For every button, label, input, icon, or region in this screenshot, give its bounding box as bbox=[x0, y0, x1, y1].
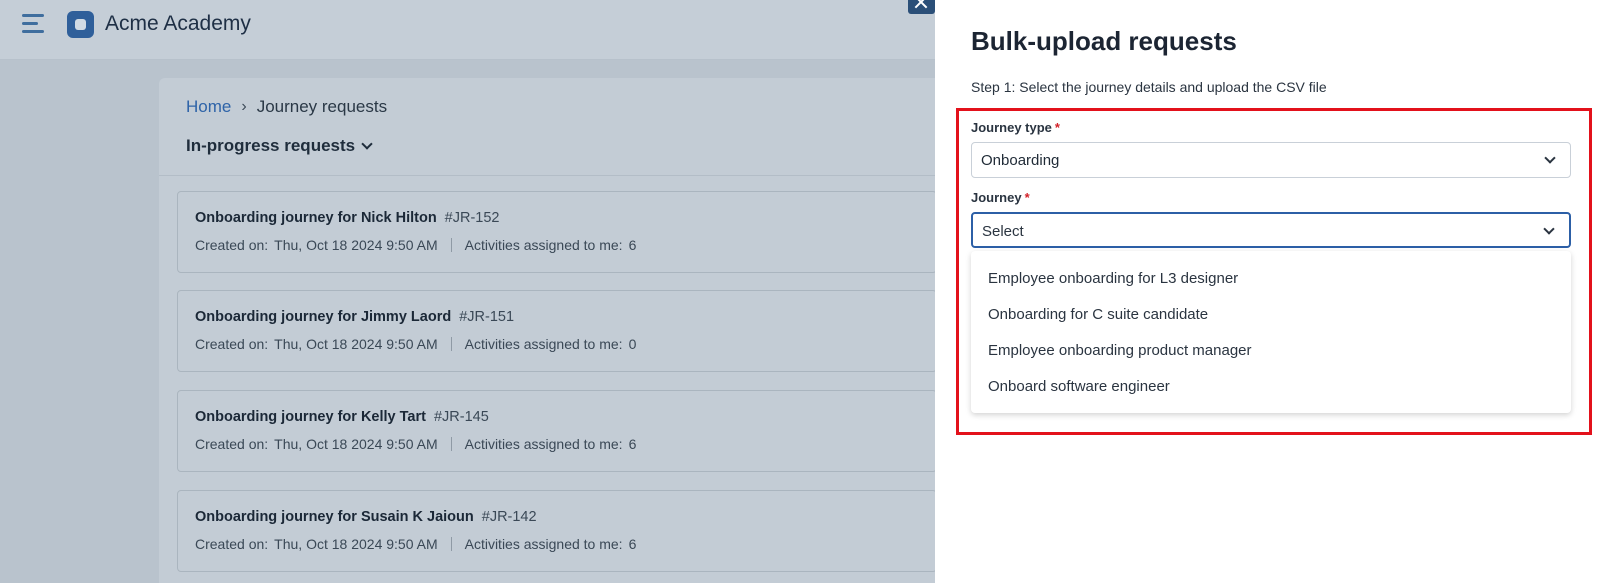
journey-label: Journey * bbox=[971, 190, 1030, 205]
request-title: Onboarding journey for Nick Hilton bbox=[195, 210, 437, 226]
request-meta: Created on: Thu, Oct 18 2024 9:50 AM Act… bbox=[195, 436, 636, 452]
request-id: #JR-145 bbox=[433, 409, 489, 425]
meta-divider bbox=[450, 337, 452, 351]
created-date: Thu, Oct 18 2024 9:50 AM bbox=[274, 536, 438, 552]
request-title: Onboarding journey for Jimmy Laord bbox=[195, 309, 452, 325]
menu-icon[interactable] bbox=[22, 14, 46, 36]
request-meta: Created on: Thu, Oct 18 2024 9:50 AM Act… bbox=[195, 336, 636, 352]
breadcrumb-current: Journey requests bbox=[256, 97, 388, 116]
requests-panel: Home › Journey requests In-progress requ… bbox=[159, 78, 937, 583]
drawer-step-text: Step 1: Select the journey details and u… bbox=[971, 79, 1327, 95]
journey-option[interactable]: Onboard software engineer bbox=[971, 368, 1571, 404]
app-name: Acme Academy bbox=[105, 12, 251, 35]
meta-divider bbox=[450, 238, 452, 252]
request-card[interactable]: Onboarding journey for Nick Hilton #JR-1… bbox=[177, 191, 937, 273]
journey-type-label-text: Journey type bbox=[971, 120, 1052, 135]
created-date: Thu, Oct 18 2024 9:50 AM bbox=[274, 237, 438, 253]
journey-options-menu: Employee onboarding for L3 designer Onbo… bbox=[971, 251, 1571, 413]
journey-option[interactable]: Employee onboarding for L3 designer bbox=[971, 260, 1571, 296]
created-label: Created on: bbox=[195, 536, 269, 552]
created-date: Thu, Oct 18 2024 9:50 AM bbox=[274, 336, 438, 352]
request-title-row: Onboarding journey for Jimmy Laord #JR-1… bbox=[195, 309, 514, 325]
app-logo-icon bbox=[67, 11, 94, 38]
chevron-down-icon bbox=[1543, 223, 1555, 235]
request-meta: Created on: Thu, Oct 18 2024 9:50 AM Act… bbox=[195, 237, 636, 253]
request-title-row: Onboarding journey for Susain K Jaioun #… bbox=[195, 509, 537, 525]
journey-label-text: Journey bbox=[971, 190, 1022, 205]
journey-type-value: Onboarding bbox=[981, 152, 1060, 169]
request-id: #JR-152 bbox=[444, 210, 500, 226]
close-drawer-button[interactable] bbox=[908, 0, 935, 14]
request-meta: Created on: Thu, Oct 18 2024 9:50 AM Act… bbox=[195, 536, 636, 552]
journey-select[interactable]: Select bbox=[971, 212, 1571, 248]
request-title: Onboarding journey for Susain K Jaioun bbox=[195, 509, 474, 525]
top-bar: Acme Academy bbox=[0, 0, 935, 60]
meta-divider bbox=[450, 437, 452, 451]
request-id: #JR-151 bbox=[459, 309, 515, 325]
required-marker: * bbox=[1024, 190, 1030, 205]
chevron-down-icon bbox=[1544, 152, 1556, 164]
created-label: Created on: bbox=[195, 237, 269, 253]
drawer-title: Bulk-upload requests bbox=[971, 26, 1237, 56]
activities-label: Activities assigned to me: bbox=[464, 336, 623, 352]
meta-divider bbox=[450, 537, 452, 551]
request-id: #JR-142 bbox=[481, 509, 537, 525]
request-filter-label: In-progress requests bbox=[186, 136, 356, 155]
breadcrumb-home-link[interactable]: Home bbox=[186, 97, 231, 117]
journey-type-select[interactable]: Onboarding bbox=[971, 142, 1571, 178]
activities-count: 6 bbox=[628, 237, 637, 253]
request-card[interactable]: Onboarding journey for Kelly Tart #JR-14… bbox=[177, 390, 937, 472]
request-filter-dropdown[interactable]: In-progress requests bbox=[186, 136, 373, 156]
created-label: Created on: bbox=[195, 336, 269, 352]
panel-header: Home › Journey requests In-progress requ… bbox=[159, 78, 935, 176]
request-title-row: Onboarding journey for Kelly Tart #JR-14… bbox=[195, 409, 489, 425]
bulk-upload-drawer: Bulk-upload requests Step 1: Select the … bbox=[935, 0, 1600, 583]
journey-type-label: Journey type * bbox=[971, 120, 1060, 135]
breadcrumb: Home › Journey requests bbox=[186, 97, 387, 117]
journey-option[interactable]: Employee onboarding product manager bbox=[971, 332, 1571, 368]
journey-select-placeholder: Select bbox=[982, 223, 1024, 240]
activities-label: Activities assigned to me: bbox=[464, 536, 623, 552]
chevron-right-icon: › bbox=[241, 98, 247, 115]
request-title: Onboarding journey for Kelly Tart bbox=[195, 409, 426, 425]
activities-label: Activities assigned to me: bbox=[464, 436, 623, 452]
activities-count: 6 bbox=[628, 436, 637, 452]
activities-count: 0 bbox=[628, 336, 637, 352]
required-marker: * bbox=[1054, 120, 1060, 135]
journey-option[interactable]: Onboarding for C suite candidate bbox=[971, 296, 1571, 332]
created-date: Thu, Oct 18 2024 9:50 AM bbox=[274, 436, 438, 452]
chevron-down-icon bbox=[361, 138, 373, 150]
request-card[interactable]: Onboarding journey for Jimmy Laord #JR-1… bbox=[177, 290, 937, 372]
created-label: Created on: bbox=[195, 436, 269, 452]
request-title-row: Onboarding journey for Nick Hilton #JR-1… bbox=[195, 210, 499, 226]
request-card[interactable]: Onboarding journey for Susain K Jaioun #… bbox=[177, 490, 937, 572]
activities-count: 6 bbox=[628, 536, 637, 552]
activities-label: Activities assigned to me: bbox=[464, 237, 623, 253]
